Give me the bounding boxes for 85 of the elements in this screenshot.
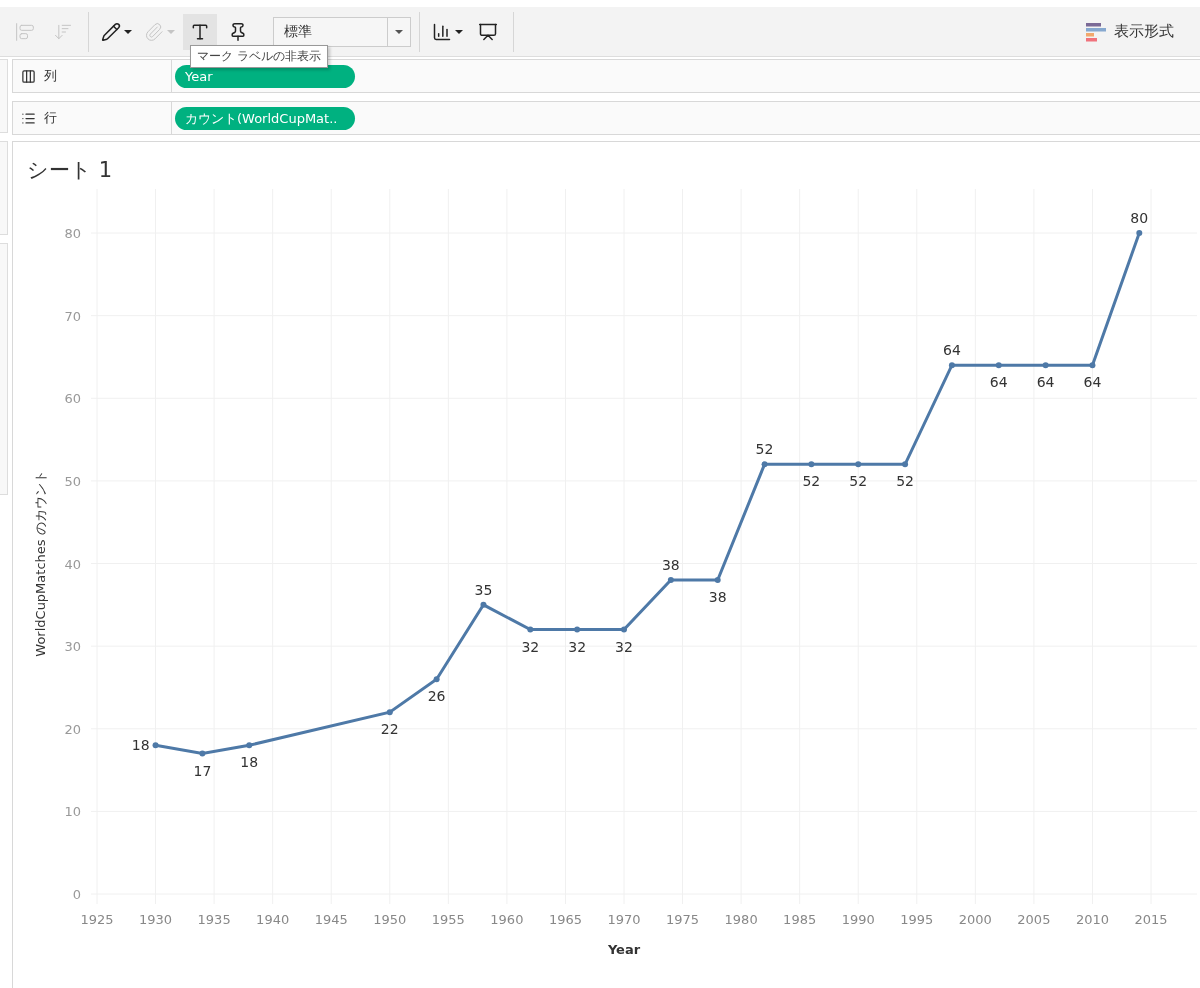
data-label: 64	[989, 374, 1008, 391]
data-label: 64	[1036, 374, 1055, 391]
x-tick-label: 1945	[314, 912, 348, 927]
x-axis-title: Year	[607, 942, 641, 957]
data-point	[808, 461, 815, 468]
x-tick-label: 1970	[607, 912, 641, 927]
data-label: 52	[802, 473, 821, 490]
caret-icon	[167, 29, 175, 34]
data-point	[433, 676, 440, 683]
x-tick-label: 1965	[548, 912, 582, 927]
data-label: 18	[240, 754, 259, 771]
data-point	[199, 750, 206, 757]
x-tick-label: 1955	[431, 912, 465, 927]
data-label: 35	[474, 581, 493, 598]
columns-icon	[21, 68, 36, 84]
tooltip: マーク ラベルの非表示	[190, 45, 328, 68]
data-point	[855, 461, 862, 468]
x-tick-label: 2015	[1134, 912, 1168, 927]
data-label: 32	[615, 638, 633, 655]
size-select[interactable]: 標準	[273, 16, 411, 47]
data-label: 22	[380, 721, 399, 738]
data-point	[574, 626, 581, 633]
data-point	[667, 577, 674, 584]
data-point	[152, 742, 159, 749]
x-tick-label: 2000	[958, 912, 992, 927]
x-tick-label: 1975	[666, 912, 700, 927]
data-point	[1042, 362, 1049, 369]
x-tick-label: 1960	[490, 912, 524, 927]
data-point	[1136, 230, 1143, 236]
x-tick-label: 1930	[139, 912, 173, 927]
data-label: 64	[1083, 374, 1102, 391]
data-label: 18	[131, 737, 150, 754]
caret-icon	[124, 29, 132, 34]
select-value: 標準	[283, 22, 313, 41]
x-tick-label: 1940	[256, 912, 290, 927]
y-tick-label: 70	[64, 308, 81, 324]
x-tick-label: 1950	[373, 912, 407, 927]
y-tick-label: 40	[64, 556, 81, 572]
format-icon	[1086, 21, 1108, 42]
data-point	[995, 362, 1002, 369]
x-tick-label: 1935	[197, 912, 231, 927]
sheet-title: シート 1	[27, 157, 114, 184]
y-tick-label: 20	[64, 721, 81, 737]
data-point	[761, 461, 768, 468]
data-label: 32	[521, 638, 540, 655]
data-point	[1089, 362, 1096, 369]
data-point	[621, 626, 627, 633]
y-tick-label: 80	[64, 226, 81, 241]
data-point	[714, 577, 721, 584]
y-tick-label: 30	[64, 639, 81, 655]
data-point	[246, 742, 253, 749]
data-label: 17	[193, 762, 212, 779]
data-label: 32	[568, 638, 587, 655]
data-label: 52	[896, 473, 914, 490]
x-tick-label: 1980	[724, 912, 758, 927]
labels-tool-button[interactable]	[183, 13, 217, 50]
data-label: 38	[661, 557, 680, 574]
x-tick-label: 2010	[1075, 912, 1109, 927]
data-point	[386, 709, 393, 716]
x-tick-label: 1995	[900, 912, 934, 927]
x-tick-label: 1985	[783, 912, 817, 927]
data-label: 38	[708, 589, 727, 606]
x-tick-label: 1925	[80, 912, 114, 927]
x-tick-label: 1990	[841, 912, 875, 927]
shelf-label: 行	[44, 109, 57, 127]
y-tick-label: 60	[64, 391, 81, 407]
shelf-label: 列	[44, 67, 57, 85]
list-icon	[21, 110, 36, 126]
data-label: 52	[755, 441, 774, 458]
x-tick-label: 2005	[1017, 912, 1051, 927]
data-label: 80	[1130, 210, 1149, 226]
data-label: 52	[849, 473, 868, 490]
data-label: 26	[427, 688, 446, 705]
caret-icon	[455, 29, 463, 34]
format-button[interactable]: 表示形式	[1080, 20, 1180, 43]
y-tick-label: 50	[64, 473, 81, 489]
data-point	[480, 601, 487, 608]
data-label: 64	[943, 342, 961, 359]
data-point	[527, 626, 534, 633]
data-point	[948, 362, 955, 369]
caret-icon	[395, 29, 403, 34]
y-axis-title: WorldCupMatches のカウント	[33, 470, 48, 657]
y-tick-label: 0	[72, 887, 81, 902]
y-tick-label: 10	[64, 804, 81, 820]
data-point	[902, 461, 909, 468]
